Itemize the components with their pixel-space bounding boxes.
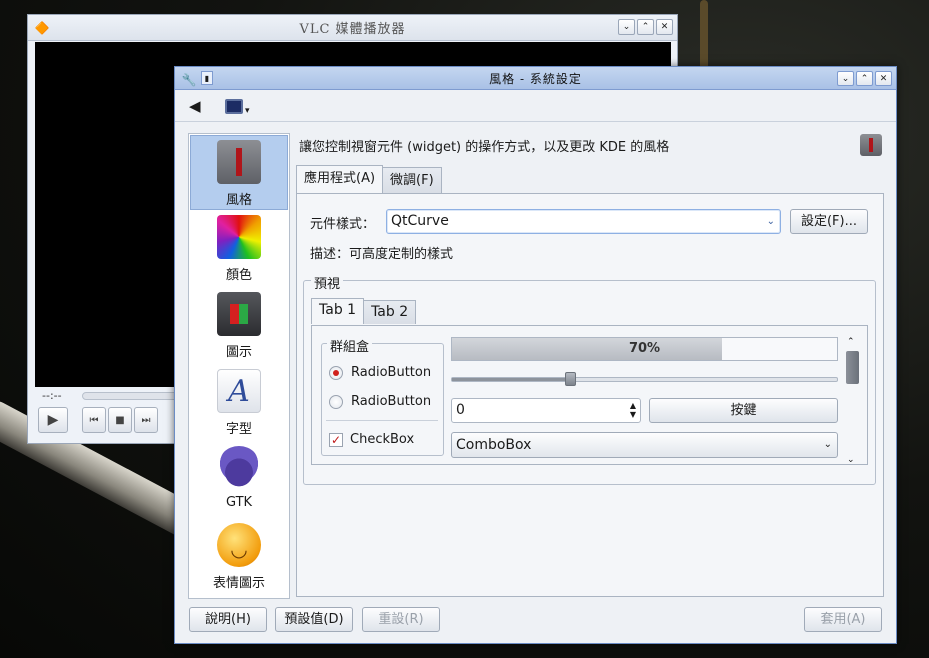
sidebar-item-gtk[interactable]: GTK bbox=[189, 442, 289, 519]
minimize-button[interactable]: ⌄ bbox=[837, 71, 854, 86]
sidebar-item-fonts[interactable]: A 字型 bbox=[189, 365, 289, 442]
widget-style-label: 元件樣式： bbox=[310, 217, 376, 232]
sample-combobox[interactable]: ComboBox ⌄ bbox=[451, 432, 838, 458]
next-button[interactable]: ⏭ bbox=[134, 407, 158, 433]
gtk-icon bbox=[217, 446, 261, 490]
sidebar-item-colors[interactable]: 顏色 bbox=[189, 211, 289, 288]
radio-button-2-label: RadioButton bbox=[351, 394, 432, 409]
vlc-seek-bar[interactable] bbox=[82, 392, 182, 400]
defaults-button[interactable]: 預設值(D) bbox=[275, 607, 353, 632]
module-description: 讓您控制視窗元件 (widget) 的操作方式，以及更改 KDE 的風格 bbox=[299, 140, 670, 155]
reset-button[interactable]: 重設(R) bbox=[362, 607, 440, 632]
button-label: 預設值(D) bbox=[284, 612, 344, 627]
preview-title: 預視 bbox=[311, 273, 344, 292]
stop-icon: ■ bbox=[115, 414, 125, 426]
colors-icon bbox=[217, 215, 261, 259]
combobox-value: ComboBox bbox=[456, 437, 532, 453]
widget-style-value: QtCurve bbox=[391, 213, 449, 229]
settings-toolbar: ◀ ▾ bbox=[175, 90, 896, 122]
sample-progress-bar: 70% bbox=[451, 337, 838, 361]
tab-label: Tab 2 bbox=[371, 304, 409, 320]
play-icon: ▶ bbox=[47, 412, 59, 428]
scroll-down-icon[interactable]: ⌄ bbox=[847, 455, 855, 465]
category-sidebar: 風格 顏色 圖示 A 字型 GTK 表情圖示 bbox=[188, 133, 290, 599]
radio-button-1[interactable] bbox=[329, 366, 343, 380]
preview-scrollbar[interactable]: ⌃ ⌄ bbox=[844, 337, 862, 470]
spin-arrows-icon[interactable]: ▲ ▼ bbox=[630, 401, 636, 419]
style-icon bbox=[217, 140, 261, 184]
maximize-button[interactable]: ⌃ bbox=[637, 19, 654, 35]
chevron-down-icon: ▾ bbox=[245, 106, 250, 116]
checkbox-label: CheckBox bbox=[350, 432, 415, 447]
slider-handle[interactable] bbox=[564, 372, 576, 386]
slider-fill bbox=[452, 378, 572, 381]
sample-spinbox[interactable]: 0 ▲ ▼ bbox=[451, 398, 641, 423]
vlc-time-display: --:-- bbox=[42, 389, 62, 402]
style-module-icon bbox=[860, 134, 882, 156]
tab-fine-tuning[interactable]: 微調(F) bbox=[382, 167, 442, 193]
checkbox[interactable]: ✓ bbox=[329, 433, 343, 447]
emoticons-icon bbox=[217, 523, 261, 567]
vlc-window-title: VLC 媒體播放器 bbox=[299, 22, 406, 37]
style-description: 描述：可高度定制的樣式 bbox=[310, 247, 454, 262]
sidebar-item-label: 風格 bbox=[225, 193, 252, 208]
button-label: 重設(R) bbox=[378, 612, 424, 627]
tab-preview-2[interactable]: Tab 2 bbox=[363, 300, 417, 324]
tab-preview-1[interactable]: Tab 1 bbox=[311, 298, 365, 324]
scroll-up-icon[interactable]: ⌃ bbox=[847, 337, 855, 347]
stop-button[interactable]: ■ bbox=[108, 407, 132, 433]
view-mode-button[interactable]: ▾ bbox=[225, 95, 255, 117]
sidebar-item-emoticons[interactable]: 表情圖示 bbox=[189, 519, 289, 596]
preview-tab-bar: Tab 1 Tab 2 bbox=[311, 298, 417, 324]
monitor-icon bbox=[225, 98, 243, 114]
configure-style-button[interactable]: 設定(F)... bbox=[790, 209, 868, 234]
button-label: 設定(F)... bbox=[800, 214, 858, 229]
tab-applications[interactable]: 應用程式(A) bbox=[296, 165, 384, 193]
sidebar-item-label: 圖示 bbox=[225, 345, 252, 360]
tab-label: Tab 1 bbox=[319, 302, 357, 318]
settings-window-title: 風格 - 系統設定 bbox=[489, 71, 582, 86]
settings-titlebar[interactable]: 🔧 ▮ 風格 - 系統設定 ⌄ ⌃ ✕ bbox=[175, 67, 896, 90]
sidebar-item-label: GTK bbox=[225, 495, 253, 510]
icons-icon bbox=[217, 292, 261, 336]
scrollbar-thumb[interactable] bbox=[846, 351, 859, 384]
sidebar-item-icons[interactable]: 圖示 bbox=[189, 288, 289, 365]
vlc-titlebar[interactable]: 🔶 VLC 媒體播放器 ⌄ ⌃ ✕ bbox=[28, 15, 677, 41]
minimize-button[interactable]: ⌄ bbox=[618, 19, 635, 35]
next-icon: ⏭ bbox=[141, 414, 151, 426]
sample-push-button[interactable]: 按鍵 bbox=[649, 398, 838, 423]
tab-label: 微調(F) bbox=[390, 173, 434, 188]
fonts-icon: A bbox=[217, 369, 261, 413]
progress-text: 70% bbox=[628, 341, 661, 356]
close-button[interactable]: ✕ bbox=[875, 71, 892, 86]
sidebar-item-label: 顏色 bbox=[225, 268, 252, 283]
groupbox-separator bbox=[326, 420, 438, 421]
sample-slider[interactable] bbox=[451, 377, 838, 382]
play-button[interactable]: ▶ bbox=[38, 407, 68, 433]
button-label: 套用(A) bbox=[820, 612, 866, 627]
sidebar-item-label: 表情圖示 bbox=[212, 576, 265, 591]
radio-button-2[interactable] bbox=[329, 395, 343, 409]
button-label: 按鍵 bbox=[730, 403, 757, 418]
spinbox-value: 0 bbox=[456, 402, 465, 418]
sidebar-item-label: 字型 bbox=[225, 422, 252, 437]
wallpaper-branch bbox=[700, 0, 708, 70]
maximize-button[interactable]: ⌃ bbox=[856, 71, 873, 86]
chevron-down-icon: ⌄ bbox=[823, 439, 832, 450]
sidebar-item-style[interactable]: 風格 bbox=[190, 135, 288, 210]
groupbox-title: 群組盒 bbox=[327, 336, 373, 355]
radio-button-1-label: RadioButton bbox=[351, 365, 432, 380]
system-settings-window: 🔧 ▮ 風格 - 系統設定 ⌄ ⌃ ✕ ◀ ▾ 風格 顏色 圖示 A 字型 GT… bbox=[174, 66, 897, 644]
tab-label: 應用程式(A) bbox=[304, 171, 376, 186]
previous-icon: ⏮ bbox=[89, 414, 99, 426]
apply-button[interactable]: 套用(A) bbox=[804, 607, 882, 632]
widget-style-combobox[interactable]: QtCurve ⌄ bbox=[386, 209, 781, 234]
help-button[interactable]: 說明(H) bbox=[189, 607, 267, 632]
button-label: 說明(H) bbox=[205, 612, 251, 627]
chevron-down-icon: ⌄ bbox=[766, 216, 775, 227]
previous-button[interactable]: ⏮ bbox=[82, 407, 106, 433]
main-tab-bar: 應用程式(A) 微調(F) bbox=[296, 165, 442, 193]
close-button[interactable]: ✕ bbox=[656, 19, 673, 35]
back-arrow-icon[interactable]: ◀ bbox=[189, 97, 201, 115]
